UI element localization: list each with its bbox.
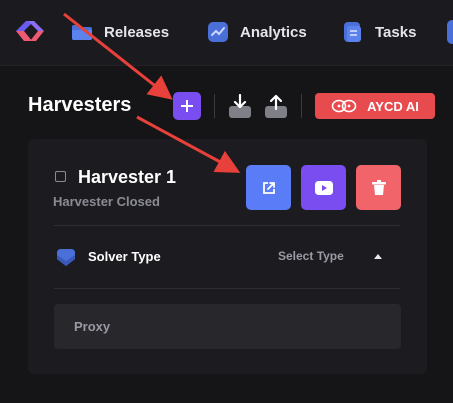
overflow-nav-icon[interactable]	[445, 20, 453, 44]
external-link-icon	[262, 181, 275, 194]
tasks-icon	[344, 22, 361, 42]
nav-item-label: Analytics	[240, 23, 307, 41]
top-nav: Releases Analytics Tasks	[0, 0, 453, 66]
solver-type-label: Solver Type	[88, 249, 161, 264]
download-icon	[229, 94, 251, 118]
page-title: Harvesters	[28, 94, 132, 116]
add-harvester-button[interactable]	[173, 92, 201, 120]
harvester-name: Harvester 1	[78, 167, 177, 187]
export-button[interactable]	[264, 92, 288, 120]
delete-harvester-button[interactable]	[356, 165, 401, 210]
youtube-login-button[interactable]	[301, 165, 346, 210]
nav-item-tasks[interactable]: Tasks	[341, 16, 416, 48]
nav-item-label: Releases	[104, 23, 170, 41]
divider	[54, 288, 400, 289]
caret-up-icon[interactable]	[372, 252, 384, 260]
folder-icon	[72, 25, 92, 40]
harvester-status: Harvester Closed	[53, 194, 160, 209]
solver-type-icon	[57, 249, 75, 266]
divider	[54, 225, 400, 226]
nav-item-releases[interactable]: Releases	[70, 16, 169, 48]
open-harvester-button[interactable]	[246, 165, 291, 210]
plus-icon	[181, 100, 193, 112]
solver-type-select[interactable]: Select Type	[278, 249, 344, 263]
divider	[301, 94, 302, 118]
ai-brain-icon	[331, 99, 357, 113]
harvester-card: Harvester 1 Harvester Closed Solver Type…	[28, 139, 427, 374]
harvester-select-checkbox[interactable]	[55, 171, 66, 182]
chart-icon	[208, 22, 228, 42]
upload-icon	[265, 94, 287, 118]
nav-item-label: Tasks	[375, 23, 417, 41]
play-icon	[314, 180, 333, 195]
import-button[interactable]	[228, 92, 252, 120]
divider	[214, 94, 215, 118]
nav-item-analytics[interactable]: Analytics	[206, 16, 307, 48]
aycd-ai-button[interactable]: AYCD AI	[315, 93, 435, 119]
app-logo-icon[interactable]	[12, 14, 48, 48]
proxy-field[interactable]: Proxy	[54, 304, 401, 349]
aycd-ai-label: AYCD AI	[367, 98, 419, 114]
trash-icon	[371, 180, 386, 195]
